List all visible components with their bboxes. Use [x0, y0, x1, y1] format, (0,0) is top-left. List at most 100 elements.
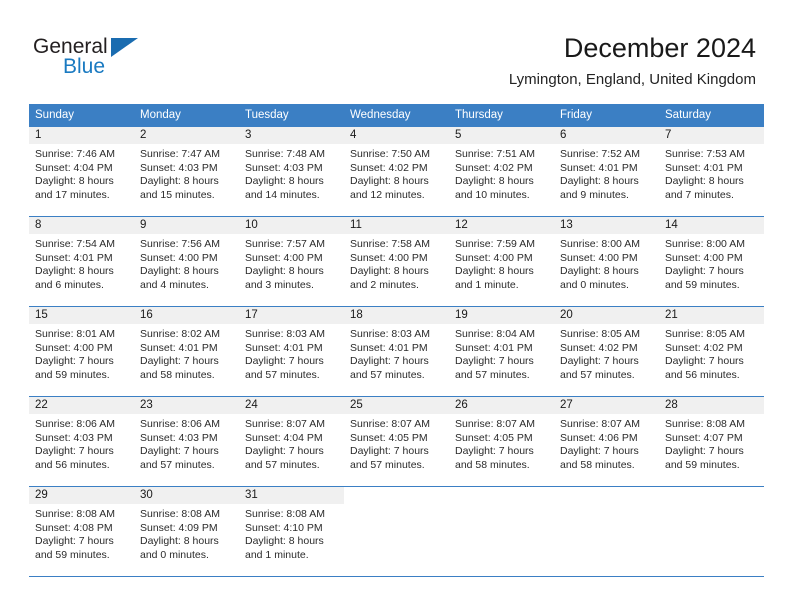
- sunrise-text: Sunrise: 7:57 AM: [245, 238, 325, 250]
- day-cell-content: 20 Sunrise: 8:05 AM Sunset: 4:02 PM Dayligh…: [554, 307, 659, 396]
- calendar-day-cell[interactable]: 17 Sunrise: 8:03 AM Sunset: 4:01 PM Dayligh…: [239, 306, 344, 397]
- sunset-text: Sunset: 4:02 PM: [350, 161, 428, 174]
- day-details: Sunrise: 8:05 AM Sunset: 4:02 PM Daylight:…: [659, 324, 764, 382]
- brand-name-blue: Blue: [63, 55, 106, 78]
- page-title: December 2024: [563, 33, 756, 63]
- calendar-day-cell[interactable]: 21 Sunrise: 8:05 AM Sunset: 4:02 PM Dayligh…: [659, 306, 764, 397]
- sunset-text: Sunset: 4:08 PM: [35, 521, 113, 534]
- day-number: 9: [134, 217, 239, 234]
- calendar-day-cell[interactable]: 9 Sunrise: 7:56 AM Sunset: 4:00 PM Daylight…: [134, 216, 239, 307]
- weekday-header-monday: Monday: [134, 104, 239, 127]
- day-cell-content: 24 Sunrise: 8:07 AM Sunset: 4:04 PM Dayligh…: [239, 397, 344, 486]
- calendar-day-cell[interactable]: 12 Sunrise: 7:59 AM Sunset: 4:00 PM Dayligh…: [449, 216, 554, 307]
- triangle-icon: [111, 38, 138, 57]
- day-details: Sunrise: 8:00 AM Sunset: 4:00 PM Daylight:…: [554, 234, 659, 292]
- daylight-text-line2: and 15 minutes.: [140, 188, 215, 201]
- sunset-text: Sunset: 4:00 PM: [560, 251, 638, 264]
- sunrise-text: Sunrise: 8:08 AM: [140, 508, 220, 520]
- sunrise-text: Sunrise: 7:56 AM: [140, 238, 220, 250]
- daylight-text-line1: Daylight: 8 hours: [35, 175, 114, 188]
- daylight-text-line1: Daylight: 7 hours: [350, 445, 429, 458]
- day-number: [344, 487, 449, 504]
- calendar-day-cell[interactable]: 25 Sunrise: 8:07 AM Sunset: 4:05 PM Dayligh…: [344, 396, 449, 487]
- day-details: [659, 504, 764, 508]
- day-cell-empty: [659, 487, 764, 576]
- daylight-text-line2: and 2 minutes.: [350, 278, 419, 291]
- daylight-text-line1: Daylight: 7 hours: [245, 355, 324, 368]
- calendar-day-cell[interactable]: 7 Sunrise: 7:53 AM Sunset: 4:01 PM Daylight…: [659, 127, 764, 217]
- calendar-day-cell[interactable]: 3 Sunrise: 7:48 AM Sunset: 4:03 PM Daylight…: [239, 127, 344, 217]
- calendar-day-cell[interactable]: 2 Sunrise: 7:47 AM Sunset: 4:03 PM Daylight…: [134, 127, 239, 217]
- calendar-day-cell[interactable]: 28 Sunrise: 8:08 AM Sunset: 4:07 PM Dayligh…: [659, 396, 764, 487]
- calendar-week-row: 8 Sunrise: 7:54 AM Sunset: 4:01 PM Daylight…: [29, 216, 764, 307]
- calendar-day-cell[interactable]: 27 Sunrise: 8:07 AM Sunset: 4:06 PM Dayligh…: [554, 396, 659, 487]
- day-cell-content: 22 Sunrise: 8:06 AM Sunset: 4:03 PM Dayligh…: [29, 397, 134, 486]
- daylight-text-line2: and 1 minute.: [245, 548, 309, 561]
- day-number: 8: [29, 217, 134, 234]
- calendar-table: Sunday Monday Tuesday Wednesday Thursday…: [29, 104, 764, 577]
- calendar-day-cell[interactable]: 14 Sunrise: 8:00 AM Sunset: 4:00 PM Dayligh…: [659, 216, 764, 307]
- day-details: Sunrise: 7:58 AM Sunset: 4:00 PM Daylight:…: [344, 234, 449, 292]
- weekday-header-wednesday: Wednesday: [344, 104, 449, 127]
- day-details: Sunrise: 7:59 AM Sunset: 4:00 PM Daylight:…: [449, 234, 554, 292]
- calendar-day-cell[interactable]: 1 Sunrise: 7:46 AM Sunset: 4:04 PM Daylight…: [29, 127, 134, 217]
- weekday-header-saturday: Saturday: [659, 104, 764, 127]
- day-cell-content: 4 Sunrise: 7:50 AM Sunset: 4:02 PM Daylight…: [344, 127, 449, 216]
- day-number: 16: [134, 307, 239, 324]
- sunset-text: Sunset: 4:02 PM: [665, 341, 743, 354]
- sunset-text: Sunset: 4:03 PM: [35, 431, 113, 444]
- calendar-day-cell[interactable]: 20 Sunrise: 8:05 AM Sunset: 4:02 PM Dayligh…: [554, 306, 659, 397]
- day-cell-content: 23 Sunrise: 8:06 AM Sunset: 4:03 PM Dayligh…: [134, 397, 239, 486]
- day-number: 2: [134, 127, 239, 144]
- sunrise-text: Sunrise: 7:52 AM: [560, 148, 640, 160]
- daylight-text-line2: and 6 minutes.: [35, 278, 104, 291]
- daylight-text-line2: and 56 minutes.: [665, 368, 740, 381]
- daylight-text-line2: and 9 minutes.: [560, 188, 629, 201]
- sunrise-text: Sunrise: 8:07 AM: [455, 418, 535, 430]
- sunrise-text: Sunrise: 8:01 AM: [35, 328, 115, 340]
- daylight-text-line1: Daylight: 7 hours: [455, 445, 534, 458]
- brand-logo[interactable]: General Blue: [33, 36, 233, 88]
- sunset-text: Sunset: 4:00 PM: [665, 251, 743, 264]
- sunrise-text: Sunrise: 8:04 AM: [455, 328, 535, 340]
- calendar-day-cell[interactable]: 11 Sunrise: 7:58 AM Sunset: 4:00 PM Dayligh…: [344, 216, 449, 307]
- day-cell-content: 28 Sunrise: 8:08 AM Sunset: 4:07 PM Dayligh…: [659, 397, 764, 486]
- calendar-day-cell[interactable]: 24 Sunrise: 8:07 AM Sunset: 4:04 PM Dayligh…: [239, 396, 344, 487]
- calendar-day-cell[interactable]: 22 Sunrise: 8:06 AM Sunset: 4:03 PM Dayligh…: [29, 396, 134, 487]
- sunrise-text: Sunrise: 7:53 AM: [665, 148, 745, 160]
- day-details: Sunrise: 7:53 AM Sunset: 4:01 PM Daylight:…: [659, 144, 764, 202]
- calendar-day-cell[interactable]: 6 Sunrise: 7:52 AM Sunset: 4:01 PM Daylight…: [554, 127, 659, 217]
- day-number: 19: [449, 307, 554, 324]
- day-number: 23: [134, 397, 239, 414]
- calendar-day-cell[interactable]: 26 Sunrise: 8:07 AM Sunset: 4:05 PM Dayligh…: [449, 396, 554, 487]
- sunrise-text: Sunrise: 8:05 AM: [665, 328, 745, 340]
- calendar-day-cell[interactable]: 16 Sunrise: 8:02 AM Sunset: 4:01 PM Dayligh…: [134, 306, 239, 397]
- daylight-text-line1: Daylight: 8 hours: [140, 265, 219, 278]
- day-details: Sunrise: 8:07 AM Sunset: 4:06 PM Daylight:…: [554, 414, 659, 472]
- calendar-day-cell[interactable]: 5 Sunrise: 7:51 AM Sunset: 4:02 PM Daylight…: [449, 127, 554, 217]
- day-details: Sunrise: 7:54 AM Sunset: 4:01 PM Daylight:…: [29, 234, 134, 292]
- calendar-day-cell[interactable]: 30 Sunrise: 8:08 AM Sunset: 4:09 PM Dayligh…: [134, 486, 239, 577]
- sunrise-text: Sunrise: 8:08 AM: [35, 508, 115, 520]
- calendar-day-cell[interactable]: 23 Sunrise: 8:06 AM Sunset: 4:03 PM Dayligh…: [134, 396, 239, 487]
- calendar-day-cell[interactable]: 15 Sunrise: 8:01 AM Sunset: 4:00 PM Dayligh…: [29, 306, 134, 397]
- day-number: 29: [29, 487, 134, 504]
- day-cell-content: 12 Sunrise: 7:59 AM Sunset: 4:00 PM Dayligh…: [449, 217, 554, 306]
- calendar-day-cell[interactable]: 31 Sunrise: 8:08 AM Sunset: 4:10 PM Dayligh…: [239, 486, 344, 577]
- calendar-day-cell[interactable]: 13 Sunrise: 8:00 AM Sunset: 4:00 PM Dayligh…: [554, 216, 659, 307]
- day-number: 30: [134, 487, 239, 504]
- day-cell-content: 5 Sunrise: 7:51 AM Sunset: 4:02 PM Daylight…: [449, 127, 554, 216]
- daylight-text-line2: and 59 minutes.: [35, 548, 110, 561]
- day-number: 7: [659, 127, 764, 144]
- daylight-text-line1: Daylight: 7 hours: [455, 355, 534, 368]
- calendar-day-cell[interactable]: 18 Sunrise: 8:03 AM Sunset: 4:01 PM Dayligh…: [344, 306, 449, 397]
- calendar-day-cell[interactable]: 4 Sunrise: 7:50 AM Sunset: 4:02 PM Daylight…: [344, 127, 449, 217]
- calendar-day-cell[interactable]: 10 Sunrise: 7:57 AM Sunset: 4:00 PM Dayligh…: [239, 216, 344, 307]
- calendar-day-cell[interactable]: 19 Sunrise: 8:04 AM Sunset: 4:01 PM Dayligh…: [449, 306, 554, 397]
- daylight-text-line2: and 59 minutes.: [35, 368, 110, 381]
- day-number: 27: [554, 397, 659, 414]
- calendar-day-cell[interactable]: 29 Sunrise: 8:08 AM Sunset: 4:08 PM Dayligh…: [29, 486, 134, 577]
- calendar-day-cell: [449, 486, 554, 577]
- calendar-day-cell[interactable]: 8 Sunrise: 7:54 AM Sunset: 4:01 PM Daylight…: [29, 216, 134, 307]
- sunrise-text: Sunrise: 8:02 AM: [140, 328, 220, 340]
